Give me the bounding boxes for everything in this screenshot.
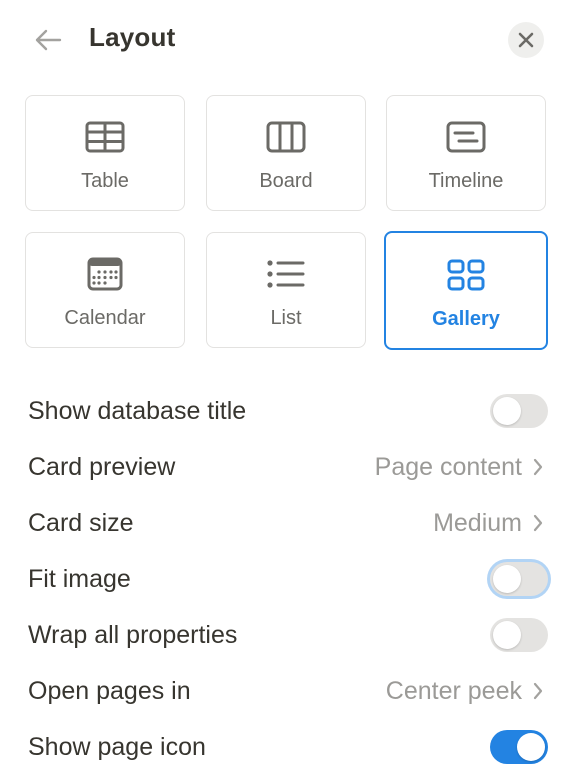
setting-label: Fit image xyxy=(28,564,131,593)
show-database-title-toggle[interactable] xyxy=(490,394,548,428)
back-button[interactable] xyxy=(30,24,66,56)
gallery-icon xyxy=(447,259,485,291)
layout-option-label: Calendar xyxy=(64,307,146,329)
arrow-left-icon xyxy=(35,29,62,51)
setting-value: Center peek xyxy=(385,676,522,705)
table-icon xyxy=(85,121,125,153)
setting-card-preview: Card preview Page content xyxy=(28,442,548,492)
setting-value: Page content xyxy=(374,452,522,481)
close-icon xyxy=(518,32,534,48)
chevron-right-icon xyxy=(533,458,543,476)
layout-option-calendar[interactable]: Calendar xyxy=(25,232,185,348)
layout-panel: Layout Table Board Timeline Calendar Lis… xyxy=(0,0,568,780)
list-icon xyxy=(267,260,305,288)
calendar-icon xyxy=(87,257,123,291)
layout-option-board[interactable]: Board xyxy=(206,95,366,211)
close-button[interactable] xyxy=(508,22,544,58)
board-icon xyxy=(266,121,306,153)
layout-option-timeline[interactable]: Timeline xyxy=(386,95,546,211)
setting-open-pages-in: Open pages in Center peek xyxy=(28,666,548,716)
setting-show-page-icon: Show page icon xyxy=(28,722,548,772)
timeline-icon xyxy=(446,121,486,153)
setting-label: Show page icon xyxy=(28,732,206,761)
fit-image-toggle[interactable] xyxy=(490,562,548,596)
setting-label: Show database title xyxy=(28,396,247,425)
layout-option-label: Table xyxy=(81,170,129,192)
setting-label: Wrap all properties xyxy=(28,620,238,649)
setting-card-size: Card size Medium xyxy=(28,498,548,548)
layout-option-gallery[interactable]: Gallery xyxy=(384,231,548,350)
panel-header: Layout xyxy=(0,0,568,80)
setting-value: Medium xyxy=(433,508,522,537)
card-preview-select[interactable]: Page content xyxy=(375,453,548,482)
layout-option-table[interactable]: Table xyxy=(25,95,185,211)
setting-show-database-title: Show database title xyxy=(28,386,548,436)
layout-option-label: List xyxy=(270,307,302,329)
wrap-all-properties-toggle[interactable] xyxy=(490,618,548,652)
layout-option-label: Board xyxy=(259,170,313,192)
chevron-right-icon xyxy=(533,682,543,700)
setting-wrap-all-properties: Wrap all properties xyxy=(28,610,548,660)
chevron-right-icon xyxy=(533,514,543,532)
show-page-icon-toggle[interactable] xyxy=(490,730,548,764)
open-pages-in-select[interactable]: Center peek xyxy=(386,677,548,706)
setting-label: Open pages in xyxy=(28,676,191,705)
page-title: Layout xyxy=(89,22,176,52)
card-size-select[interactable]: Medium xyxy=(433,509,548,538)
setting-fit-image: Fit image xyxy=(28,554,548,604)
layout-option-list[interactable]: List xyxy=(206,232,366,348)
setting-label: Card size xyxy=(28,508,134,537)
layout-option-label: Gallery xyxy=(432,308,500,330)
layout-option-label: Timeline xyxy=(428,170,504,192)
setting-label: Card preview xyxy=(28,452,176,481)
